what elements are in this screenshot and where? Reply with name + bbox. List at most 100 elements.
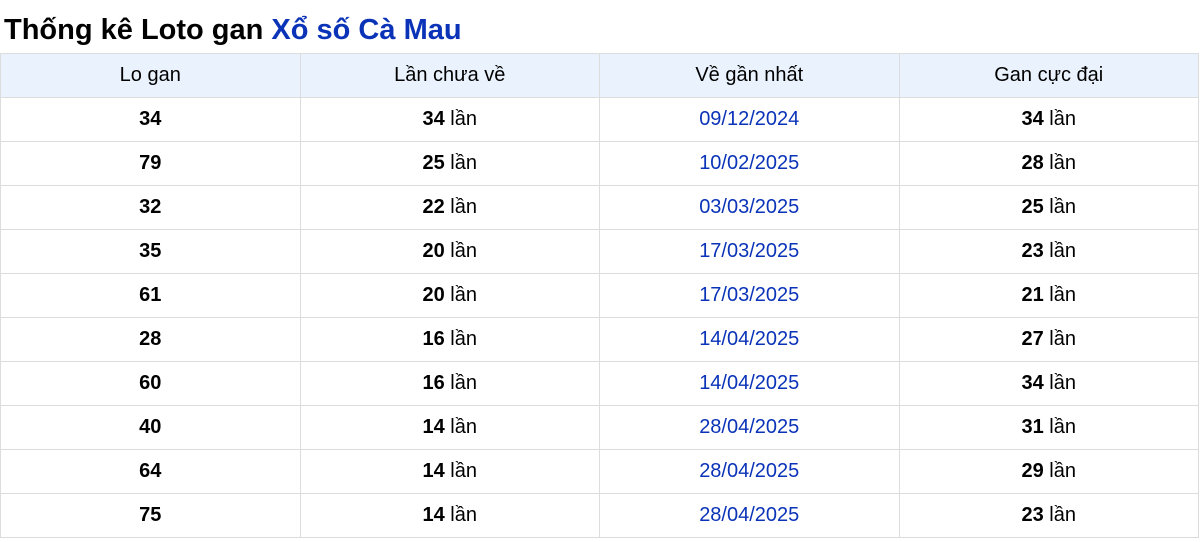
gan-cuc-dai-cell: 27 lần bbox=[898, 317, 1199, 362]
unit-label: lần bbox=[1049, 152, 1076, 174]
unit-label: lần bbox=[450, 196, 477, 218]
unit-label: lần bbox=[450, 108, 477, 130]
lo-number: 35 bbox=[139, 240, 162, 262]
ve-gan-nhat-date-link[interactable]: 14/04/2025 bbox=[599, 361, 900, 406]
lan-chua-ve-count: 16 bbox=[422, 328, 445, 350]
lo-number-cell: 75 bbox=[0, 493, 301, 538]
lo-number: 28 bbox=[139, 328, 162, 350]
ve-gan-nhat-date-link[interactable]: 09/12/2024 bbox=[599, 97, 900, 142]
gan-cuc-dai-count: 28 bbox=[1021, 152, 1044, 174]
unit-label: lần bbox=[1049, 416, 1076, 438]
table-header-row: Lo gan Lần chưa về Về gần nhất Gan cực đ… bbox=[0, 53, 1199, 98]
lo-number: 75 bbox=[139, 504, 162, 526]
lo-number-cell: 28 bbox=[0, 317, 301, 362]
ve-gan-nhat-date-link[interactable]: 28/04/2025 bbox=[599, 405, 900, 450]
lan-chua-ve-cell: 20 lần bbox=[299, 229, 600, 274]
gan-cuc-dai-count: 21 bbox=[1021, 284, 1044, 306]
gan-cuc-dai-cell: 23 lần bbox=[898, 229, 1199, 274]
page-title-prefix: Thống kê Loto gan bbox=[4, 14, 264, 46]
lan-chua-ve-cell: 16 lần bbox=[299, 317, 600, 362]
gan-cuc-dai-count: 27 bbox=[1021, 328, 1044, 350]
unit-label: lần bbox=[450, 504, 477, 526]
lo-number: 32 bbox=[139, 196, 162, 218]
lan-chua-ve-cell: 20 lần bbox=[299, 273, 600, 318]
unit-label: lần bbox=[1049, 284, 1076, 306]
lo-number-cell: 40 bbox=[0, 405, 301, 450]
unit-label: lần bbox=[450, 240, 477, 262]
lo-number: 61 bbox=[139, 284, 162, 306]
gan-cuc-dai-count: 31 bbox=[1021, 416, 1044, 438]
gan-cuc-dai-cell: 34 lần bbox=[898, 97, 1199, 142]
unit-label: lần bbox=[450, 328, 477, 350]
gan-cuc-dai-count: 23 bbox=[1021, 240, 1044, 262]
lo-number-cell: 34 bbox=[0, 97, 301, 142]
gan-cuc-dai-cell: 25 lần bbox=[898, 185, 1199, 230]
loto-gan-table: Lo gan Lần chưa về Về gần nhất Gan cực đ… bbox=[0, 53, 1199, 538]
gan-cuc-dai-count: 23 bbox=[1021, 504, 1044, 526]
lo-number-cell: 61 bbox=[0, 273, 301, 318]
lottery-name-link[interactable]: Xổ số Cà Mau bbox=[271, 14, 461, 46]
header-gan-cuc-dai: Gan cực đại bbox=[898, 53, 1199, 98]
ve-gan-nhat-date-link[interactable]: 28/04/2025 bbox=[599, 493, 900, 538]
lan-chua-ve-cell: 16 lần bbox=[299, 361, 600, 406]
table-row: 34 34 lần 09/12/2024 34 lần bbox=[0, 97, 1199, 142]
lan-chua-ve-count: 14 bbox=[422, 460, 445, 482]
lo-number-cell: 79 bbox=[0, 141, 301, 186]
lan-chua-ve-cell: 22 lần bbox=[299, 185, 600, 230]
unit-label: lần bbox=[1049, 108, 1076, 130]
gan-cuc-dai-count: 29 bbox=[1021, 460, 1044, 482]
ve-gan-nhat-date-link[interactable]: 17/03/2025 bbox=[599, 273, 900, 318]
gan-cuc-dai-count: 34 bbox=[1021, 108, 1044, 130]
ve-gan-nhat-date-link[interactable]: 17/03/2025 bbox=[599, 229, 900, 274]
lo-number: 60 bbox=[139, 372, 162, 394]
lan-chua-ve-count: 25 bbox=[422, 152, 445, 174]
lan-chua-ve-cell: 14 lần bbox=[299, 405, 600, 450]
unit-label: lần bbox=[450, 372, 477, 394]
unit-label: lần bbox=[1049, 460, 1076, 482]
lan-chua-ve-count: 22 bbox=[422, 196, 445, 218]
header-lan-chua-ve: Lần chưa về bbox=[299, 53, 600, 98]
lo-number-cell: 32 bbox=[0, 185, 301, 230]
lan-chua-ve-count: 16 bbox=[422, 372, 445, 394]
lo-number: 79 bbox=[139, 152, 162, 174]
unit-label: lần bbox=[1049, 196, 1076, 218]
lan-chua-ve-count: 34 bbox=[422, 108, 445, 130]
ve-gan-nhat-date-link[interactable]: 14/04/2025 bbox=[599, 317, 900, 362]
gan-cuc-dai-cell: 28 lần bbox=[898, 141, 1199, 186]
unit-label: lần bbox=[1049, 372, 1076, 394]
gan-cuc-dai-cell: 29 lần bbox=[898, 449, 1199, 494]
lan-chua-ve-count: 20 bbox=[422, 284, 445, 306]
header-lo-gan: Lo gan bbox=[0, 53, 301, 98]
lo-number: 40 bbox=[139, 416, 162, 438]
gan-cuc-dai-cell: 34 lần bbox=[898, 361, 1199, 406]
table-row: 79 25 lần 10/02/2025 28 lần bbox=[0, 141, 1199, 186]
table-row: 35 20 lần 17/03/2025 23 lần bbox=[0, 229, 1199, 274]
lan-chua-ve-cell: 34 lần bbox=[299, 97, 600, 142]
lan-chua-ve-cell: 14 lần bbox=[299, 449, 600, 494]
table-row: 61 20 lần 17/03/2025 21 lần bbox=[0, 273, 1199, 318]
gan-cuc-dai-count: 25 bbox=[1021, 196, 1044, 218]
gan-cuc-dai-cell: 31 lần bbox=[898, 405, 1199, 450]
ve-gan-nhat-date-link[interactable]: 10/02/2025 bbox=[599, 141, 900, 186]
unit-label: lần bbox=[1049, 328, 1076, 350]
page-title: Thống kê Loto gan Xổ số Cà Mau bbox=[4, 10, 462, 50]
lan-chua-ve-count: 14 bbox=[422, 504, 445, 526]
lan-chua-ve-count: 20 bbox=[422, 240, 445, 262]
ve-gan-nhat-date-link[interactable]: 28/04/2025 bbox=[599, 449, 900, 494]
unit-label: lần bbox=[1049, 504, 1076, 526]
lan-chua-ve-cell: 14 lần bbox=[299, 493, 600, 538]
gan-cuc-dai-count: 34 bbox=[1021, 372, 1044, 394]
unit-label: lần bbox=[450, 416, 477, 438]
table-row: 60 16 lần 14/04/2025 34 lần bbox=[0, 361, 1199, 406]
unit-label: lần bbox=[450, 460, 477, 482]
header-ve-gan-nhat: Về gần nhất bbox=[599, 53, 900, 98]
lan-chua-ve-cell: 25 lần bbox=[299, 141, 600, 186]
lo-number-cell: 60 bbox=[0, 361, 301, 406]
table-row: 64 14 lần 28/04/2025 29 lần bbox=[0, 449, 1199, 494]
ve-gan-nhat-date-link[interactable]: 03/03/2025 bbox=[599, 185, 900, 230]
table-row: 28 16 lần 14/04/2025 27 lần bbox=[0, 317, 1199, 362]
table-row: 40 14 lần 28/04/2025 31 lần bbox=[0, 405, 1199, 450]
lan-chua-ve-count: 14 bbox=[422, 416, 445, 438]
lo-number-cell: 35 bbox=[0, 229, 301, 274]
unit-label: lần bbox=[1049, 240, 1076, 262]
